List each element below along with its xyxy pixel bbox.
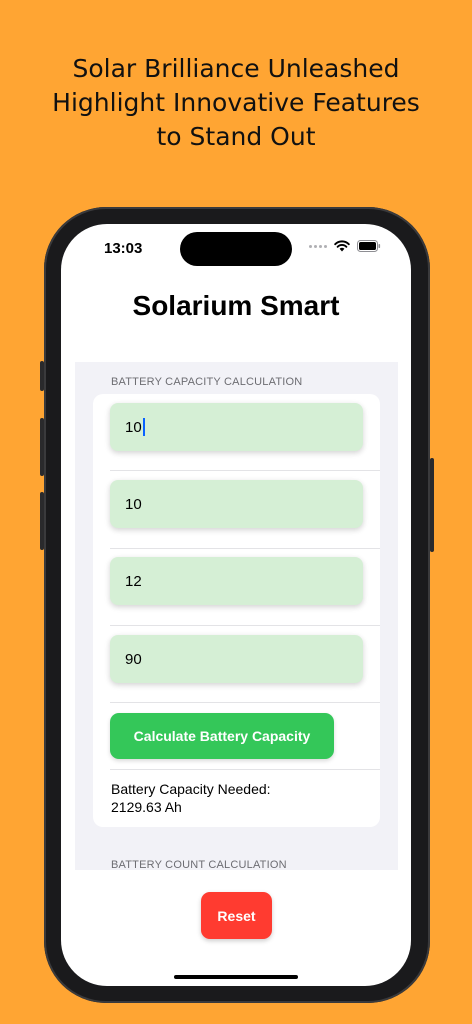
text-cursor xyxy=(142,418,145,436)
dynamic-island xyxy=(180,232,292,266)
row-divider xyxy=(110,702,380,703)
wifi-icon xyxy=(334,240,350,252)
promo-line-2: Highlight Innovative Features xyxy=(52,88,420,117)
input-field-4-value: 90 xyxy=(125,650,142,668)
battery-capacity-card: 10 10 12 90 Calculate Battery Capacity B… xyxy=(93,394,380,827)
input-field-2[interactable]: 10 xyxy=(110,480,363,528)
volume-up-button xyxy=(40,418,44,476)
row-divider xyxy=(110,548,380,549)
form-scroll-area[interactable]: BATTERY CAPACITY CALCULATION 10 10 12 90… xyxy=(75,362,398,870)
volume-down-button xyxy=(40,492,44,550)
input-field-3-value: 12 xyxy=(125,572,142,590)
row-divider xyxy=(110,470,380,471)
promo-headline: Solar Brilliance Unleashed Highlight Inn… xyxy=(0,52,472,154)
input-field-1-value: 10 xyxy=(125,418,142,436)
battery-capacity-result: Battery Capacity Needed: 2129.63 Ah xyxy=(111,780,361,816)
input-field-3[interactable]: 12 xyxy=(110,557,363,605)
promo-line-3: to Stand Out xyxy=(156,122,316,151)
phone-screen: 13:03 Solarium Smart BATTERY CAPACITY CA… xyxy=(61,224,411,986)
status-icons xyxy=(309,240,381,252)
promo-line-1: Solar Brilliance Unleashed xyxy=(72,54,400,83)
row-divider xyxy=(110,769,380,770)
input-field-1[interactable]: 10 xyxy=(110,403,363,451)
battery-count-section-header: BATTERY COUNT CALCULATION xyxy=(111,859,287,870)
signal-dots-icon xyxy=(309,244,327,248)
app-title: Solarium Smart xyxy=(132,290,340,321)
input-field-2-value: 10 xyxy=(125,495,142,513)
power-button xyxy=(430,458,434,552)
row-divider xyxy=(110,625,380,626)
calculate-battery-capacity-button[interactable]: Calculate Battery Capacity xyxy=(110,713,334,759)
action-button xyxy=(40,361,44,391)
result-value: 2129.63 Ah xyxy=(111,799,182,815)
result-label: Battery Capacity Needed: xyxy=(111,781,271,797)
input-field-4[interactable]: 90 xyxy=(110,635,363,683)
battery-icon xyxy=(357,240,381,252)
battery-capacity-section-header: BATTERY CAPACITY CALCULATION xyxy=(111,376,303,388)
status-time: 13:03 xyxy=(104,240,143,257)
reset-button[interactable]: Reset xyxy=(201,892,272,939)
home-indicator[interactable] xyxy=(174,975,298,979)
